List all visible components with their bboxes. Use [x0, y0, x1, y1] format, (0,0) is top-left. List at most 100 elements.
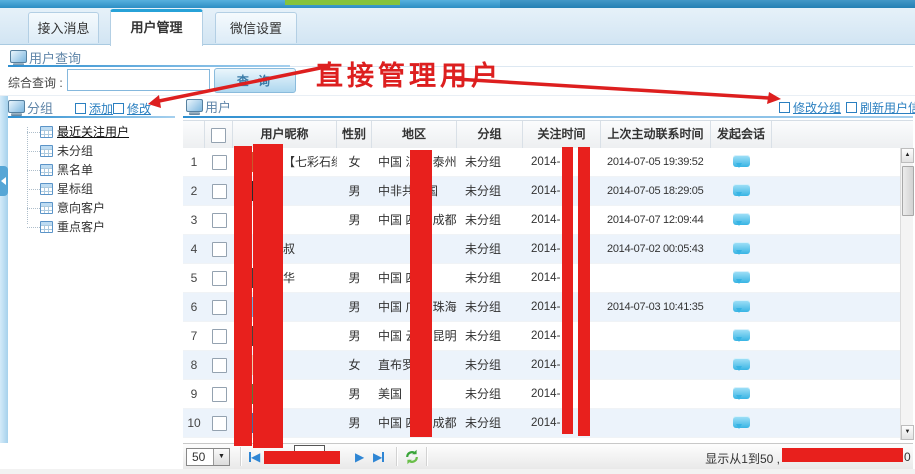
- scroll-up-button[interactable]: ▲: [901, 148, 914, 163]
- chevron-down-icon: ▼: [213, 449, 229, 465]
- gender-cell: [337, 235, 372, 264]
- redaction-bar: [562, 147, 573, 434]
- filler-cell: [772, 148, 900, 177]
- next-page-button[interactable]: ▶: [355, 449, 364, 464]
- row-checkbox-cell: [205, 409, 233, 438]
- page-size-select[interactable]: 50 ▼: [186, 448, 230, 466]
- nickname-text: 叔: [283, 242, 295, 256]
- table-row: 8女直布罗陀未分组2014-: [183, 351, 900, 380]
- last-contact-cell: 2014-07-05 18:29:05: [601, 177, 711, 206]
- section-underline: [8, 65, 290, 67]
- group-edit-label: 修改: [127, 102, 151, 116]
- last-page-button[interactable]: ▶: [373, 449, 384, 464]
- section-title-groups: 分组: [27, 98, 53, 117]
- chat-bubble-icon[interactable]: [733, 213, 750, 225]
- gender-cell: 男: [337, 264, 372, 293]
- modify-group-link[interactable]: 修改分组: [779, 99, 841, 116]
- row-checkbox-cell: [205, 380, 233, 409]
- start-chat-cell: [711, 206, 772, 235]
- scroll-down-button[interactable]: ▼: [901, 425, 914, 440]
- row-checkbox-cell: [205, 206, 233, 235]
- monitor-icon: [186, 99, 203, 112]
- start-chat-cell: [711, 409, 772, 438]
- row-checkbox[interactable]: [212, 329, 227, 344]
- row-checkbox[interactable]: [212, 300, 227, 315]
- group-edit-link[interactable]: 修改: [113, 100, 151, 117]
- chat-bubble-icon[interactable]: [733, 358, 750, 370]
- filler-cell: [772, 206, 900, 235]
- group-tree-item[interactable]: 未分组: [8, 142, 178, 161]
- group-tree-item[interactable]: 黑名单: [8, 161, 178, 180]
- chat-bubble-icon[interactable]: [733, 387, 750, 399]
- chat-bubble-icon[interactable]: [733, 416, 750, 428]
- group-add-link[interactable]: 添加: [75, 100, 113, 117]
- group-tree-item-label: 重点客户: [57, 220, 105, 234]
- top-strip-dark: [500, 0, 915, 8]
- chat-bubble-icon[interactable]: [733, 300, 750, 312]
- search-button[interactable]: 查 询: [214, 68, 296, 93]
- group-tree-item[interactable]: 重点客户: [8, 218, 178, 237]
- group-cell: 未分组: [457, 264, 523, 293]
- header-follow-time: 关注时间: [523, 121, 601, 149]
- chat-bubble-icon[interactable]: [733, 329, 750, 341]
- modify-group-label: 修改分组: [793, 101, 841, 115]
- separator: [426, 447, 428, 466]
- start-chat-cell: [711, 322, 772, 351]
- row-checkbox[interactable]: [212, 358, 227, 373]
- pagination-status-suffix: 0: [904, 450, 911, 464]
- table-row: 10男中国 四川 成都未分组2014-: [183, 409, 900, 438]
- divider-line: [0, 95, 915, 96]
- monitor-icon: [10, 50, 27, 63]
- refresh-icon[interactable]: [404, 449, 420, 465]
- start-chat-cell: [711, 235, 772, 264]
- filler-cell: [772, 351, 900, 380]
- group-tree-item[interactable]: 意向客户: [8, 199, 178, 218]
- last-contact-cell: [601, 264, 711, 293]
- chat-bubble-icon[interactable]: [733, 155, 750, 167]
- row-checkbox[interactable]: [212, 271, 227, 286]
- grid-table-icon: [40, 183, 53, 195]
- table-row: 3男中国 四川 成都未分组2014-2014-07-07 12:09:44: [183, 206, 900, 235]
- chat-bubble-icon[interactable]: [733, 271, 750, 283]
- tab-bar: 接入消息用户管理微信设置: [0, 8, 915, 45]
- nickname-text: 华: [283, 271, 295, 285]
- row-checkbox[interactable]: [212, 213, 227, 228]
- select-all-checkbox[interactable]: [211, 128, 226, 143]
- chat-bubble-icon[interactable]: [733, 242, 750, 254]
- collapse-panel-handle[interactable]: [0, 166, 8, 196]
- annotation-text: 直接管理用户: [316, 54, 502, 93]
- group-tree-item[interactable]: 最近关注用户: [8, 123, 178, 142]
- top-strip: [0, 0, 915, 8]
- combined-query-input[interactable]: [67, 69, 210, 91]
- header-checkbox-cell: [205, 121, 233, 149]
- vertical-scrollbar[interactable]: ▲ ▼: [900, 148, 913, 440]
- scrollbar-thumb[interactable]: [902, 166, 914, 216]
- row-checkbox[interactable]: [212, 242, 227, 257]
- row-checkbox[interactable]: [212, 387, 227, 402]
- group-tree-item[interactable]: 星标组: [8, 180, 178, 199]
- row-number: 1: [183, 148, 205, 177]
- pagination-bar: 50 ▼ ◀ ▶ ▶ 显示从1到50 , 0: [183, 443, 913, 469]
- tab-用户管理[interactable]: 用户管理: [110, 9, 203, 46]
- refresh-user-info-link[interactable]: 刷新用户信息: [846, 99, 915, 116]
- tab-接入消息[interactable]: 接入消息: [28, 12, 99, 43]
- row-number: 4: [183, 235, 205, 264]
- group-cell: 未分组: [457, 177, 523, 206]
- tab-微信设置[interactable]: 微信设置: [215, 12, 297, 43]
- row-checkbox[interactable]: [212, 416, 227, 431]
- pagination-status: 显示从1到50 ,: [705, 450, 780, 467]
- first-page-button[interactable]: ◀: [249, 449, 260, 464]
- table-row: 6男中国 广东 珠海未分组2014-2014-07-03 10:41:35: [183, 293, 900, 322]
- group-tree-item-label: 意向客户: [57, 201, 105, 215]
- row-number: 8: [183, 351, 205, 380]
- grid-table-icon: [40, 221, 53, 233]
- row-checkbox[interactable]: [212, 184, 227, 199]
- row-checkbox[interactable]: [212, 155, 227, 170]
- gender-cell: 男: [337, 177, 372, 206]
- group-tree-item-label: 黑名单: [57, 163, 93, 177]
- gender-cell: 女: [337, 351, 372, 380]
- chat-bubble-icon[interactable]: [733, 184, 750, 196]
- header-filler: [772, 121, 913, 149]
- gender-cell: 男: [337, 322, 372, 351]
- square-icon: [75, 103, 86, 114]
